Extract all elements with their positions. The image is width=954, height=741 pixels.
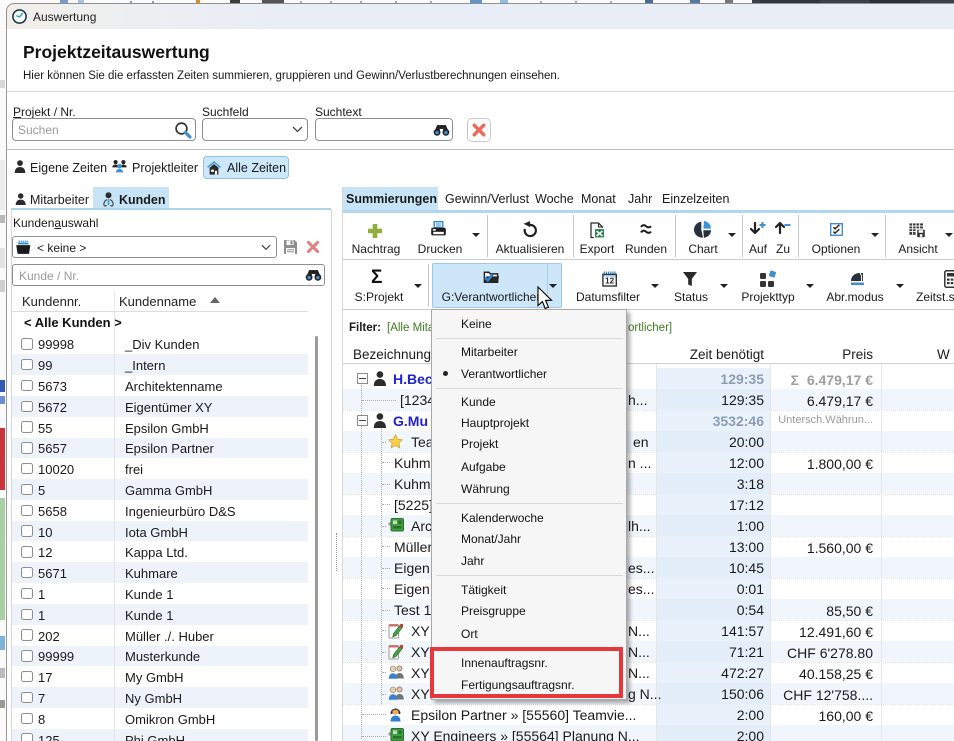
svg-text:12: 12 [605, 277, 614, 286]
